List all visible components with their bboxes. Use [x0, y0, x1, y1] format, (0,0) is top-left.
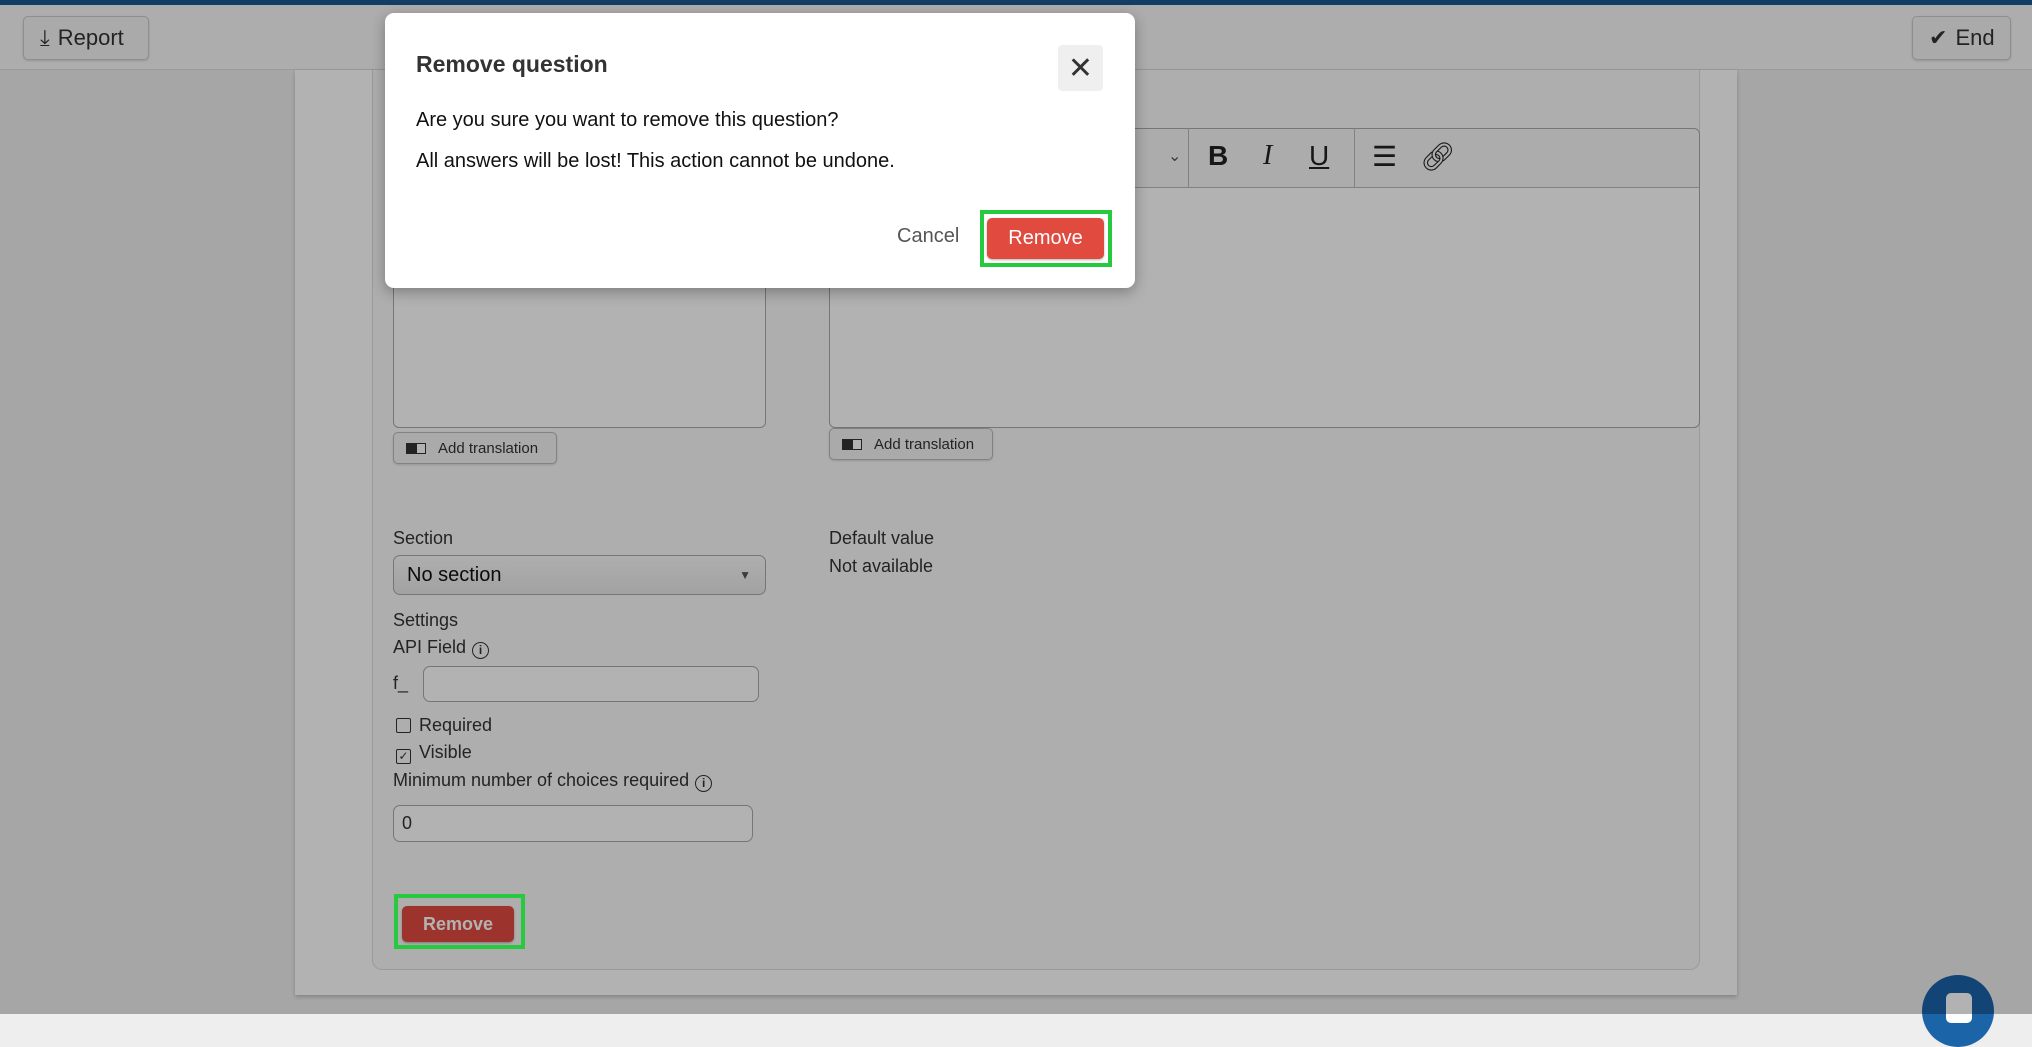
close-icon[interactable]: ✕: [1058, 45, 1103, 91]
remove-question-dialog: Remove question ✕ Are you sure you want …: [385, 13, 1135, 288]
dialog-title: Remove question: [416, 51, 608, 77]
confirm-remove-button[interactable]: Remove: [987, 218, 1104, 259]
highlight-box: [394, 894, 525, 949]
dialog-warning: All answers will be lost! This action ca…: [416, 150, 895, 172]
cancel-button[interactable]: Cancel: [897, 225, 959, 248]
dialog-message: Are you sure you want to remove this que…: [416, 109, 839, 131]
